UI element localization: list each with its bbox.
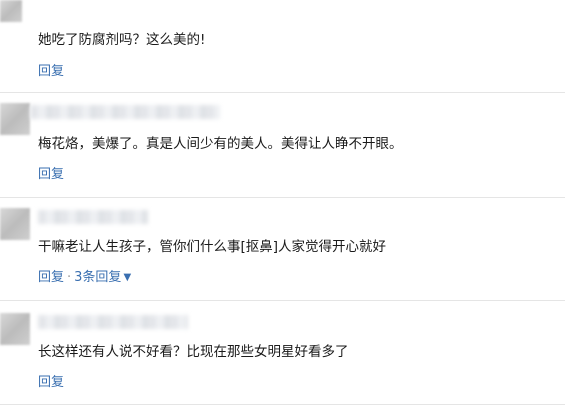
comment-actions: 回复 · 3条回复 ▼ bbox=[38, 266, 131, 285]
avatar[interactable] bbox=[0, 103, 30, 135]
comment-actions: 回复 bbox=[38, 60, 64, 79]
reply-button[interactable]: 回复 bbox=[38, 167, 64, 182]
avatar[interactable] bbox=[0, 0, 22, 22]
username-blurred[interactable] bbox=[38, 315, 188, 329]
comment-item-1: 她吃了防腐剂吗？这么美的! 回复 bbox=[0, 0, 565, 92]
reply-button[interactable]: 回复 bbox=[38, 64, 64, 79]
avatar[interactable] bbox=[0, 208, 30, 240]
divider bbox=[0, 404, 565, 405]
reply-button[interactable]: 回复 bbox=[38, 270, 64, 285]
separator: · bbox=[67, 270, 72, 285]
view-replies-button[interactable]: 3条回复 ▼ bbox=[74, 270, 131, 285]
comment-text: 长这样还有人说不好看？比现在那些女明星好看多了 bbox=[38, 344, 349, 360]
comment-actions: 回复 bbox=[38, 371, 64, 390]
username-blurred[interactable] bbox=[30, 105, 220, 119]
chevron-down-icon: ▼ bbox=[123, 272, 132, 283]
comment-text: 她吃了防腐剂吗？这么美的! bbox=[38, 32, 206, 48]
comment-item-4: 长这样还有人说不好看？比现在那些女明星好看多了 回复 bbox=[0, 301, 565, 410]
comment-item-2: 梅花烙，美爆了。真是人间少有的美人。美得让人睁不开眼。 回复 bbox=[0, 93, 565, 197]
reply-button[interactable]: 回复 bbox=[38, 375, 64, 390]
username-blurred[interactable] bbox=[38, 210, 148, 224]
avatar[interactable] bbox=[0, 313, 30, 345]
comment-text: 干嘛老让人生孩子，管你们什么事[抠鼻]人家觉得开心就好 bbox=[38, 239, 387, 255]
view-replies-label: 3条回复 bbox=[74, 270, 122, 285]
comment-actions: 回复 bbox=[38, 163, 64, 182]
comment-text: 梅花烙，美爆了。真是人间少有的美人。美得让人睁不开眼。 bbox=[38, 136, 403, 152]
comment-item-3: 干嘛老让人生孩子，管你们什么事[抠鼻]人家觉得开心就好 回复 · 3条回复 ▼ bbox=[0, 198, 565, 300]
